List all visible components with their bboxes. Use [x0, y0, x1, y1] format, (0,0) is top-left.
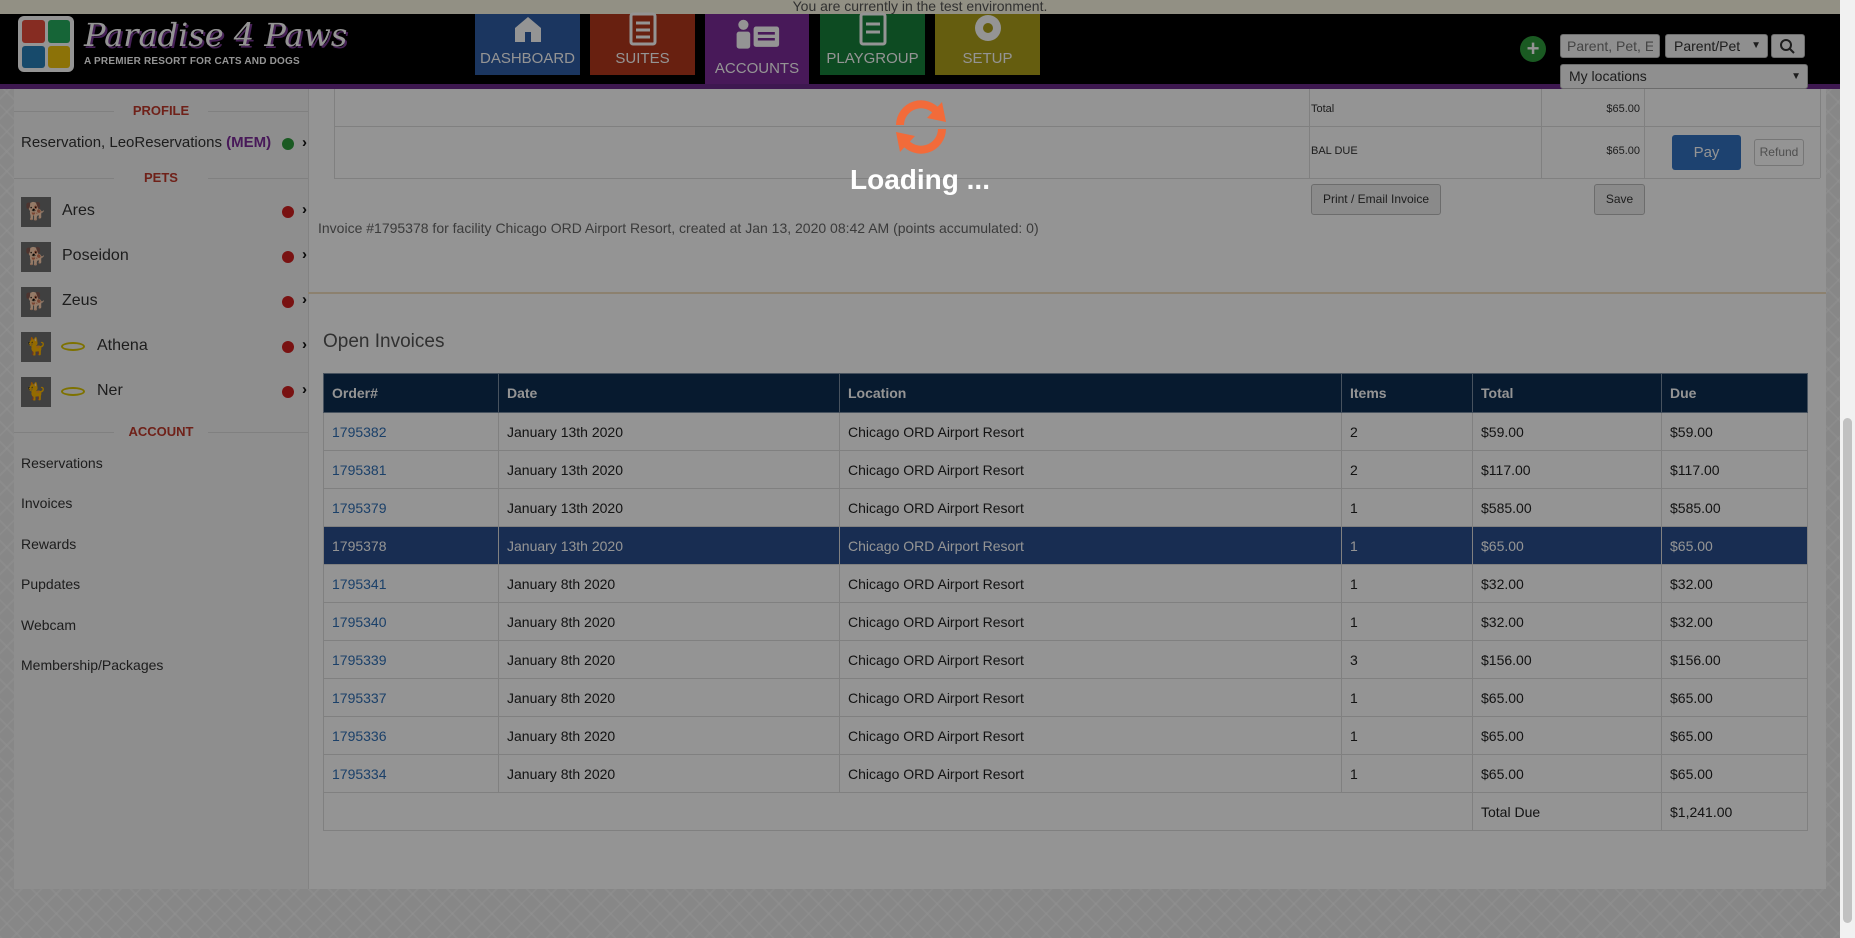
refresh-spinner-icon: [896, 100, 946, 154]
loading-overlay: Loading ...: [0, 0, 1840, 938]
loading-text: Loading ...: [850, 164, 990, 195]
scrollbar-thumb[interactable]: [1843, 418, 1852, 923]
